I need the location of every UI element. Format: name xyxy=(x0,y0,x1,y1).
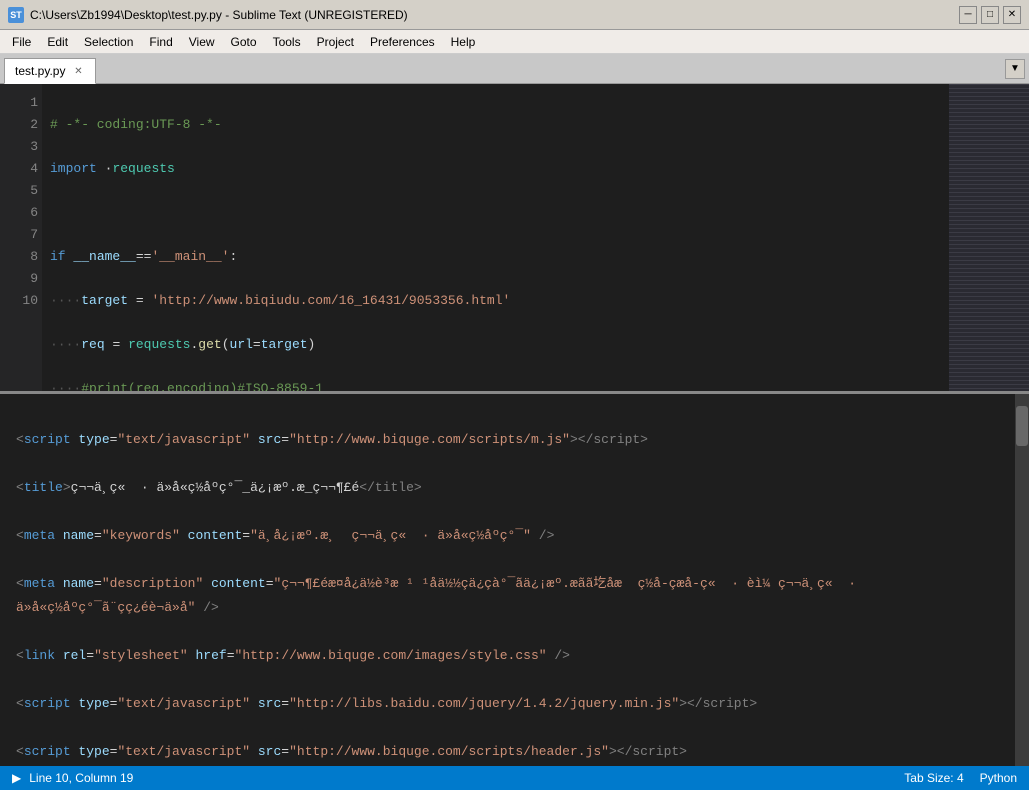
close-button[interactable]: ✕ xyxy=(1003,6,1021,24)
menu-find[interactable]: Find xyxy=(141,30,180,53)
menu-project[interactable]: Project xyxy=(309,30,362,53)
menu-help[interactable]: Help xyxy=(443,30,484,53)
maximize-button[interactable]: □ xyxy=(981,6,999,24)
minimap-preview xyxy=(949,84,1029,391)
code-content[interactable]: # -*- coding:UTF-8 -*- import ·requests … xyxy=(42,84,949,391)
minimize-button[interactable]: ─ xyxy=(959,6,977,24)
status-bar: ▶ Line 10, Column 19 Tab Size: 4 Python xyxy=(0,766,1029,790)
status-branch-icon: ▶ xyxy=(12,771,21,785)
menu-edit[interactable]: Edit xyxy=(39,30,76,53)
output-panel[interactable]: <script type="text/javascript" src="http… xyxy=(0,394,1015,766)
window-controls: ─ □ ✕ xyxy=(959,6,1021,24)
tab-test-py[interactable]: test.py.py ✕ xyxy=(4,58,96,84)
tab-bar: ◀ test.py.py ✕ ▼ xyxy=(0,54,1029,84)
title-bar: ST C:\Users\Zb1994\Desktop\test.py.py - … xyxy=(0,0,1029,30)
status-language[interactable]: Python xyxy=(980,771,1017,785)
code-editor: 1 2 3 4 5 6 7 8 9 10 # -*- coding:UTF-8 … xyxy=(0,84,1029,394)
minimap xyxy=(949,84,1029,391)
app-icon: ST xyxy=(8,7,24,23)
status-tab-size[interactable]: Tab Size: 4 xyxy=(904,771,963,785)
menu-preferences[interactable]: Preferences xyxy=(362,30,443,53)
menu-goto[interactable]: Goto xyxy=(223,30,265,53)
tab-label: test.py.py xyxy=(15,64,65,78)
menu-tools[interactable]: Tools xyxy=(265,30,309,53)
status-right: Tab Size: 4 Python xyxy=(904,771,1017,785)
title-bar-title: C:\Users\Zb1994\Desktop\test.py.py - Sub… xyxy=(30,8,408,22)
editor-container: 1 2 3 4 5 6 7 8 9 10 # -*- coding:UTF-8 … xyxy=(0,84,1029,766)
tab-close-button[interactable]: ✕ xyxy=(71,64,85,78)
status-left: ▶ Line 10, Column 19 xyxy=(12,771,133,785)
menu-file[interactable]: File xyxy=(4,30,39,53)
output-scrollbar[interactable] xyxy=(1015,394,1029,766)
menu-bar: File Edit Selection Find View Goto Tools… xyxy=(0,30,1029,54)
title-bar-left: ST C:\Users\Zb1994\Desktop\test.py.py - … xyxy=(8,7,408,23)
menu-selection[interactable]: Selection xyxy=(76,30,141,53)
status-position: Line 10, Column 19 xyxy=(29,771,133,785)
line-numbers: 1 2 3 4 5 6 7 8 9 10 xyxy=(0,84,42,391)
tab-dropdown-button[interactable]: ▼ xyxy=(1005,59,1025,79)
menu-view[interactable]: View xyxy=(181,30,223,53)
